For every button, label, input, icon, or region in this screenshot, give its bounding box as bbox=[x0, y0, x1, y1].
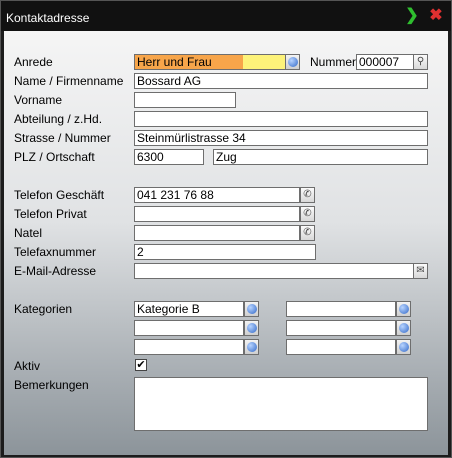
close-icon: ✖ bbox=[429, 7, 443, 24]
vorname-label: Vorname bbox=[14, 93, 63, 107]
abteilung-field[interactable] bbox=[134, 111, 428, 127]
arrow-right-icon: ❯ bbox=[405, 7, 419, 24]
aktiv-label: Aktiv bbox=[14, 359, 41, 373]
dropdown-icon bbox=[247, 304, 257, 314]
ort-field[interactable]: Zug bbox=[213, 149, 428, 165]
search-icon: ⚲ bbox=[416, 56, 425, 67]
kategorie-2-dropdown-button[interactable] bbox=[396, 301, 411, 317]
kategorien-label: Kategorien bbox=[14, 302, 73, 316]
abteilung-label: Abteilung / z.Hd. bbox=[14, 112, 103, 126]
phone-icon: ✆ bbox=[303, 189, 312, 200]
kategorie-3-dropdown-button[interactable] bbox=[244, 320, 259, 336]
dropdown-icon bbox=[247, 323, 257, 333]
kategorie-1-select[interactable]: Kategorie B bbox=[134, 301, 244, 317]
kategorie-5-select[interactable] bbox=[134, 339, 244, 355]
aktiv-checkbox[interactable]: ✔ bbox=[135, 359, 147, 371]
email-send-button[interactable]: ✉ bbox=[413, 263, 428, 279]
kategorie-3-select[interactable] bbox=[134, 320, 244, 336]
tel-privat-dial-button[interactable]: ✆ bbox=[300, 206, 315, 222]
dropdown-icon bbox=[399, 342, 409, 352]
kategorie-4-dropdown-button[interactable] bbox=[396, 320, 411, 336]
strasse-label: Strasse / Nummer bbox=[14, 131, 111, 145]
natel-label: Natel bbox=[14, 226, 43, 240]
title-bar: Kontaktadresse ❯ ✖ bbox=[1, 1, 451, 31]
name-field[interactable]: Bossard AG bbox=[134, 73, 428, 89]
dropdown-icon bbox=[399, 304, 409, 314]
checkmark-icon: ✔ bbox=[136, 359, 146, 371]
email-field[interactable] bbox=[134, 263, 414, 279]
anrede-label: Anrede bbox=[14, 55, 53, 69]
dropdown-icon bbox=[288, 57, 298, 67]
email-label: E-Mail-Adresse bbox=[14, 264, 97, 278]
tel-geschaeft-dial-button[interactable]: ✆ bbox=[300, 187, 315, 203]
vorname-field[interactable] bbox=[134, 92, 236, 108]
kategorie-5-dropdown-button[interactable] bbox=[244, 339, 259, 355]
natel-field[interactable] bbox=[134, 225, 300, 241]
kategorie-4-select[interactable] bbox=[286, 320, 396, 336]
kategorie-2-select[interactable] bbox=[286, 301, 396, 317]
fax-field[interactable]: 2 bbox=[134, 244, 316, 260]
plz-label: PLZ / Ortschaft bbox=[14, 150, 95, 164]
confirm-button[interactable]: ❯ bbox=[403, 7, 421, 25]
strasse-field[interactable]: Steinmürlistrasse 34 bbox=[134, 130, 428, 146]
contact-address-window: Kontaktadresse ❯ ✖ Anrede Herr und Frau … bbox=[0, 0, 452, 458]
phone-icon: ✆ bbox=[303, 227, 312, 238]
tel-privat-label: Telefon Privat bbox=[14, 207, 87, 221]
nummer-field[interactable]: 000007 bbox=[356, 54, 414, 70]
bemerkungen-label: Bemerkungen bbox=[14, 378, 89, 392]
kategorie-6-dropdown-button[interactable] bbox=[396, 339, 411, 355]
dropdown-icon bbox=[247, 342, 257, 352]
dropdown-icon bbox=[399, 323, 409, 333]
plz-field[interactable]: 6300 bbox=[134, 149, 204, 165]
tel-geschaeft-field[interactable]: 041 231 76 88 bbox=[134, 187, 300, 203]
name-label: Name / Firmenname bbox=[14, 74, 124, 88]
kategorie-1-dropdown-button[interactable] bbox=[244, 301, 259, 317]
mail-icon: ✉ bbox=[416, 265, 425, 276]
nummer-label: Nummer bbox=[310, 55, 357, 69]
tel-privat-field[interactable] bbox=[134, 206, 300, 222]
tel-geschaeft-label: Telefon Geschäft bbox=[14, 188, 105, 202]
kategorie-6-select[interactable] bbox=[286, 339, 396, 355]
phone-icon: ✆ bbox=[303, 208, 312, 219]
natel-dial-button[interactable]: ✆ bbox=[300, 225, 315, 241]
nummer-search-button[interactable]: ⚲ bbox=[413, 54, 428, 70]
fax-label: Telefaxnummer bbox=[14, 245, 97, 259]
form-area: Anrede Herr und Frau Nummer 000007 ⚲ Nam… bbox=[4, 31, 448, 455]
window-title: Kontaktadresse bbox=[6, 11, 90, 25]
bemerkungen-textarea[interactable] bbox=[134, 377, 428, 431]
anrede-select[interactable]: Herr und Frau bbox=[134, 54, 286, 70]
anrede-dropdown-button[interactable] bbox=[285, 54, 300, 70]
close-button[interactable]: ✖ bbox=[427, 7, 445, 25]
